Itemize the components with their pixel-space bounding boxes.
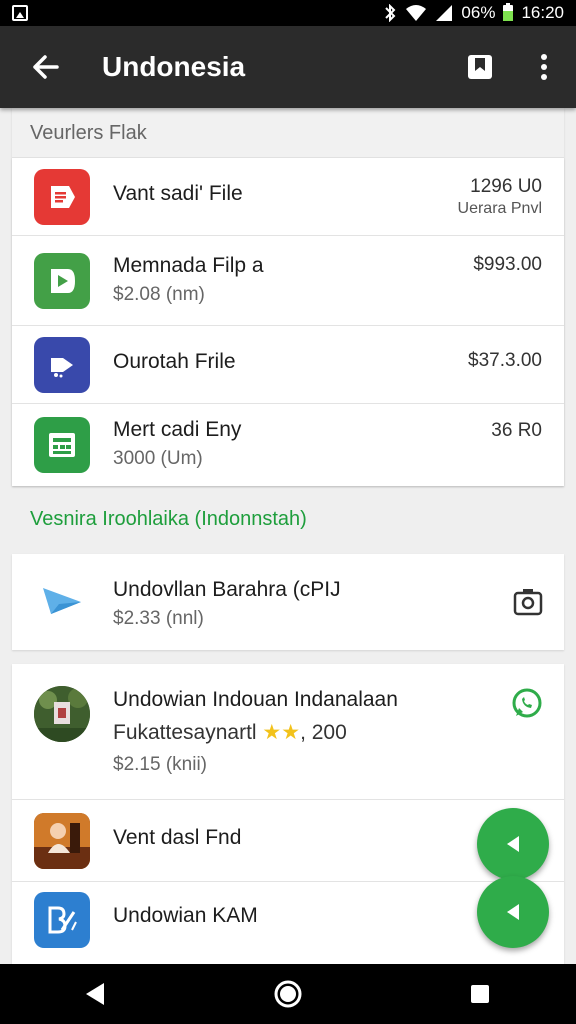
item-name: Undowian KAM	[113, 904, 258, 927]
share-icon	[34, 337, 90, 393]
item-name: Mert cadi Eny	[113, 418, 242, 441]
edit-icon	[34, 892, 90, 948]
app-bar: Undonesia	[0, 26, 576, 108]
photo-thumbnail	[34, 813, 90, 869]
item-amount: $37.3.00	[468, 350, 542, 371]
list-item[interactable]: Vant sadi' File 1296 U0 Uerara Pnvl	[12, 158, 564, 236]
send-icon	[507, 836, 519, 852]
back-icon	[86, 983, 104, 1005]
more-options-button[interactable]	[512, 26, 576, 108]
play-icon	[34, 253, 90, 309]
camera-icon[interactable]	[512, 586, 544, 623]
bookmark-button[interactable]	[448, 26, 512, 108]
item-amount: 36 R0	[491, 420, 542, 441]
section-label-2: Vesnira Iroohlaika (Indonnstah)	[30, 508, 307, 530]
recents-icon	[471, 985, 489, 1003]
battery-percent: 06%	[461, 3, 496, 22]
item-amount-sub: Uerara Pnvl	[457, 200, 542, 217]
item-name: Undovllan Barahra (cPIJ	[113, 578, 341, 601]
bluetooth-icon	[385, 4, 396, 22]
file-list-1: Vant sadi' File 1296 U0 Uerara Pnvl Memn…	[12, 158, 564, 486]
item-name: Vent dasl Fnd	[113, 826, 242, 849]
star-rating: ★★	[262, 721, 301, 744]
item-sub: $2.08 (nm)	[113, 284, 205, 305]
clock: 16:20	[521, 3, 564, 22]
item-line2-text: Fukattesaynartl	[113, 721, 257, 744]
list-item[interactable]: Mert cadi Eny 3000 (Um) 36 R0	[12, 404, 564, 486]
list-item[interactable]: Undovllan Barahra (cPIJ $2.33 (nnl)	[12, 554, 564, 650]
wifi-icon	[406, 5, 427, 21]
more-vert-icon	[541, 54, 547, 80]
whatsapp-icon[interactable]	[510, 686, 544, 725]
list-item[interactable]: Memnada Filp a $2.08 (nm) $993.00	[12, 236, 564, 326]
back-arrow-icon	[33, 55, 59, 79]
item-sub: $2.33 (nnl)	[113, 608, 204, 629]
battery-icon	[503, 3, 514, 21]
section-label-1: Veurlers Flak	[30, 122, 147, 144]
status-bar: 06% 16:20	[0, 0, 576, 26]
home-icon	[274, 980, 302, 1008]
item-amount: $993.00	[473, 254, 542, 275]
item-name: Undowian Indouan Indanalaan	[113, 688, 398, 711]
send-fab-1[interactable]	[477, 808, 549, 880]
list-item[interactable]: Ourotah Frile $37.3.00	[12, 326, 564, 404]
bookmark-icon	[468, 55, 492, 79]
item-sub: 3000 (Um)	[113, 448, 203, 469]
paper-plane-icon	[34, 574, 90, 630]
item-name: Vant sadi' File	[113, 182, 243, 205]
nav-recents-button[interactable]	[440, 964, 520, 1024]
document-icon	[34, 169, 90, 225]
item-line2: Fukattesaynartl ★★, 200	[113, 720, 347, 745]
nav-back-button[interactable]	[56, 964, 136, 1024]
item-name: Ourotah Frile	[113, 350, 236, 373]
calendar-icon	[34, 417, 90, 473]
photo-thumbnail	[34, 686, 90, 742]
item-line2-tail: , 200	[300, 721, 347, 744]
list-item[interactable]: Undowian Indouan Indanalaan Fukattesayna…	[12, 664, 564, 800]
content: Veurlers Flak Vant sadi' File 1296 U0 Ue…	[0, 108, 576, 964]
section-card-2: Undovllan Barahra (cPIJ $2.33 (nnl)	[12, 554, 564, 650]
page-title: Undonesia	[102, 51, 246, 82]
send-icon	[507, 904, 519, 920]
item-sub: $2.15 (knii)	[113, 754, 207, 775]
send-fab-2[interactable]	[477, 876, 549, 948]
item-amount: 1296 U0	[470, 176, 542, 197]
signal-icon	[436, 5, 453, 21]
back-button[interactable]	[0, 26, 90, 108]
item-name: Memnada Filp a	[113, 254, 264, 277]
nav-home-button[interactable]	[248, 964, 328, 1024]
image-icon	[12, 5, 28, 21]
navigation-bar	[0, 964, 576, 1024]
